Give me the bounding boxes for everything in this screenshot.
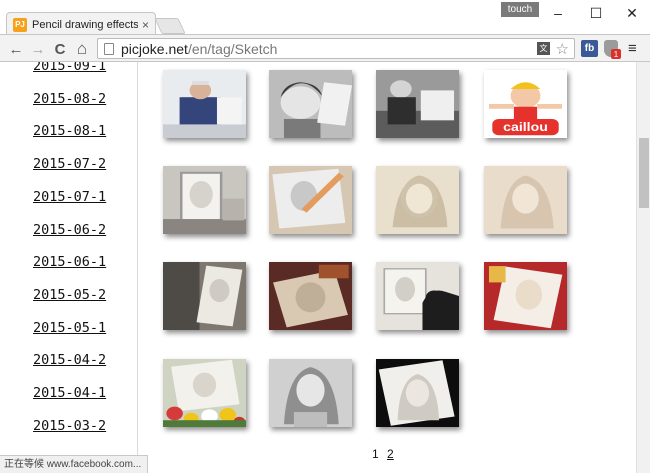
thumbnail-man-in-suit-sketching[interactable] [163,70,246,138]
new-tab-button[interactable] [154,18,186,34]
thumbnail-sketch-with-pencil[interactable] [269,166,352,234]
thumbnail-framed-sketch-on-table[interactable] [163,166,246,234]
touch-badge: touch [501,2,539,17]
thumbnail-image [163,262,246,330]
browser-tab[interactable]: PJ Pencil drawing effects fo × [6,12,156,36]
forward-icon[interactable]: → [28,39,48,59]
bookmark-star-icon[interactable]: ☆ [556,40,569,58]
thumbnail-sketch-with-flowers[interactable] [163,359,246,427]
thumbnail-tilted-sketch-on-black[interactable] [376,359,459,427]
caillou-logo-text: caillou [503,120,548,133]
thumbnail-girl-portrait-pencil[interactable] [269,70,352,138]
thumbnail-image [269,262,352,330]
thumbnail-grid: caillou [0,62,636,473]
url-text: picjoke.net/en/tag/Sketch [121,41,277,57]
browser-toolbar: ← → C ⌂ picjoke.net/en/tag/Sketch 文 ☆ fb… [0,34,650,62]
menu-icon[interactable]: ≡ [628,40,637,57]
extension-badge: 1 [611,49,621,59]
thumbnail-sketch-on-red-table[interactable] [269,262,352,330]
thumbnail-image [269,166,352,234]
thumbnail-caillou-cartoon[interactable]: caillou [484,70,567,138]
thumbnail-woman-portrait-sepia[interactable] [376,166,459,234]
tab-title: Pencil drawing effects fo [32,18,138,31]
thumbnail-woman-portrait-gray[interactable] [269,359,352,427]
thumbnail-image [484,166,567,234]
page-link-2[interactable]: 2 [387,447,394,461]
pagination: 1 2 [372,447,399,461]
close-window-button[interactable]: ✕ [614,0,650,26]
reload-icon[interactable]: C [50,39,70,59]
scrollbar[interactable] [636,62,650,473]
tab-close-icon[interactable]: × [142,18,149,32]
thumbnail-man-drawing-at-desk[interactable] [376,70,459,138]
thumbnail-image [163,359,246,427]
translate-icon[interactable]: 文 [537,42,550,55]
thumbnail-image [484,262,567,330]
thumbnail-image [376,359,459,427]
home-icon[interactable]: ⌂ [72,39,92,59]
maximize-button[interactable]: ☐ [578,0,614,26]
thumbnail-image [376,166,459,234]
thumbnail-image [163,166,246,234]
address-bar[interactable]: picjoke.net/en/tag/Sketch 文 ☆ [97,38,575,59]
status-bar: 正在等候 www.facebook.com... [0,455,149,473]
thumbnail-image [269,70,352,138]
thumbnail-image [376,70,459,138]
thumbnail-image [163,70,246,138]
thumbnail-image: caillou [484,70,567,138]
page-current: 1 [372,447,379,461]
thumbnail-sketch-with-dog[interactable] [376,262,459,330]
thumbnail-image [376,262,459,330]
page-content: 2015-09-1 2015-08-2 2015-08-1 2015-07-2 2015… [0,62,636,473]
page-icon [104,42,114,55]
thumbnail-person-holding-sketch[interactable] [163,262,246,330]
url-host: picjoke.net [121,40,188,57]
thumbnail-woman-portrait-sepia-soft[interactable] [484,166,567,234]
back-icon[interactable]: ← [6,39,26,59]
minimize-button[interactable]: – [540,0,576,26]
facebook-extension-icon[interactable]: fb [581,40,598,57]
thumbnail-sketch-on-red-background[interactable] [484,262,567,330]
thumbnail-image [269,359,352,427]
scroll-thumb[interactable] [639,138,649,208]
title-bar: PJ Pencil drawing effects fo × touch – ☐… [0,0,650,36]
url-path: /en/tag/Sketch [187,40,278,57]
favicon-icon: PJ [13,17,27,32]
